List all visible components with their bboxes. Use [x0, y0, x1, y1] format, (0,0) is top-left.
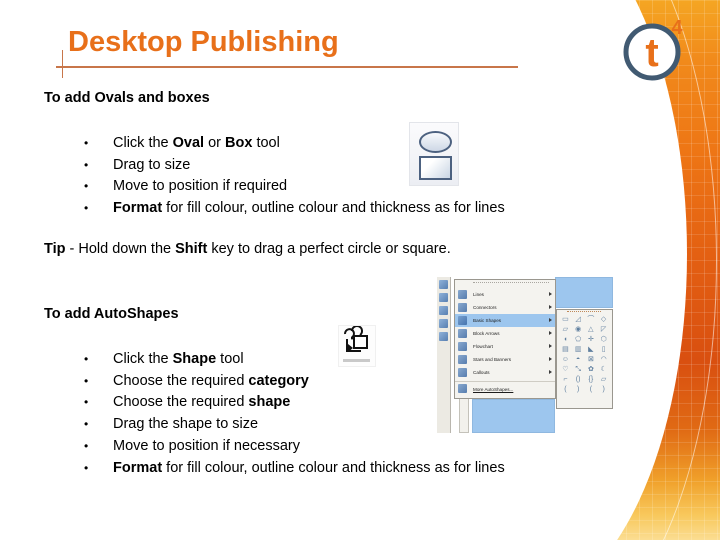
submenu-arrow-icon [549, 344, 552, 348]
autoshapes-toolbar-button-illustration [338, 325, 376, 367]
palette-shape-icon[interactable]: ◓ [572, 355, 585, 365]
menu-item-label: Callouts [473, 370, 490, 375]
menu-item-label: Lines [473, 292, 484, 297]
palette-shape-icon[interactable]: ◖ [559, 335, 572, 345]
palette-shape-icon[interactable]: ◉ [572, 325, 585, 335]
menu-item-label: Block Arrows [473, 331, 500, 336]
menu-item-label: Connectors [473, 305, 497, 310]
autoshapes-menu-item[interactable]: Flowchart [455, 340, 555, 353]
palette-shape-icon[interactable]: ) [572, 385, 585, 395]
menu-item-icon [458, 329, 467, 338]
palette-shape-icon[interactable]: ✿ [585, 365, 598, 375]
autoshapes-menu-screenshot: Lines Connectors Basic Shapes Block Arrows F… [437, 277, 613, 433]
submenu-arrow-icon [549, 357, 552, 361]
toolbar-icon-5 [439, 332, 448, 341]
page-title: Desktop Publishing [68, 26, 339, 58]
menu-item-icon [458, 342, 467, 351]
document-area-top [555, 277, 613, 308]
heading-autoshapes: To add AutoShapes [44, 306, 179, 322]
toolbar-icon-4 [439, 319, 448, 328]
palette-shape-icon[interactable]: ▱ [559, 325, 572, 335]
palette-shape-icon[interactable]: ◣ [585, 345, 598, 355]
title-tick-mark [62, 50, 63, 78]
oval-and-box-tool-illustration [409, 122, 459, 186]
autoshapes-menu-items: Lines Connectors Basic Shapes Block Arrows F… [455, 288, 555, 396]
autoshapes-menu-item[interactable]: Connectors [455, 301, 555, 314]
toolbar-icon-1 [439, 280, 448, 289]
document-area-bottom [472, 399, 555, 433]
menu-item-icon [458, 384, 467, 393]
palette-shape-icon[interactable]: ☺ [559, 355, 572, 365]
list-item: Format for fill colour, outline colour a… [80, 458, 505, 480]
palette-shape-icon[interactable]: ◸ [597, 325, 610, 335]
submenu-arrow-icon [549, 318, 552, 322]
palette-shape-icon[interactable]: () [572, 375, 585, 385]
t4-logo-letter: t [645, 31, 658, 75]
palette-shape-icon[interactable]: ✛ [585, 335, 598, 345]
toolbar-icon-2 [439, 293, 448, 302]
toolbar-icon-3 [439, 306, 448, 315]
autoshapes-menu-item[interactable]: Basic Shapes [455, 314, 555, 327]
menu-item-icon [458, 290, 467, 299]
tip-line: Tip - Hold down the Shift key to drag a … [44, 241, 451, 257]
t4-logo-superscript: 4 [671, 17, 683, 39]
autoshapes-menu-item[interactable]: Stars and Banners [455, 353, 555, 366]
palette-shape-icon[interactable]: ☾ [597, 365, 610, 375]
heading-ovals-and-boxes: To add Ovals and boxes [44, 90, 210, 106]
palette-grip [567, 311, 601, 314]
autoshapes-menu-item[interactable]: Callouts [455, 366, 555, 379]
menu-item-label: More AutoShapes... [473, 387, 514, 392]
palette-shape-icon[interactable]: ◇ [597, 315, 610, 325]
menu-item-label: Stars and Banners [473, 357, 512, 362]
palette-shape-icon[interactable]: ▱ [597, 375, 610, 385]
list-item: Format for fill colour, outline colour a… [80, 198, 505, 220]
menu-grip [473, 282, 549, 286]
title-underline-rule [56, 66, 518, 68]
submenu-arrow-icon [549, 292, 552, 296]
palette-shape-icon[interactable]: ▯ [597, 345, 610, 355]
drawing-toolbar-strip [437, 277, 451, 433]
submenu-arrow-icon [549, 370, 552, 374]
palette-shape-icon[interactable]: ⬠ [572, 335, 585, 345]
palette-shape-icon[interactable]: ♡ [559, 365, 572, 375]
oval-shape-icon [419, 131, 452, 153]
submenu-arrow-icon [549, 331, 552, 335]
menu-item-icon [458, 303, 467, 312]
palette-shape-icon[interactable]: ⊠ [585, 355, 598, 365]
autoshapes-menu-item[interactable]: Block Arrows [455, 327, 555, 340]
palette-shape-icon[interactable]: ) [597, 385, 610, 395]
palette-shape-icon[interactable]: ▤ [559, 345, 572, 355]
menu-item-label: Flowchart [473, 344, 493, 349]
palette-shape-icon[interactable]: ( [585, 385, 598, 395]
autoshapes-popup-menu: Lines Connectors Basic Shapes Block Arrows F… [454, 279, 556, 399]
shapes-button-underline [343, 359, 370, 362]
menu-item-label: Basic Shapes [473, 318, 502, 323]
palette-shape-icon[interactable]: △ [585, 325, 598, 335]
palette-shape-icon[interactable]: ◿ [572, 315, 585, 325]
submenu-arrow-icon [549, 305, 552, 309]
palette-shape-icon[interactable]: ⬡ [597, 335, 610, 345]
palette-shape-icon[interactable]: ▭ [559, 315, 572, 325]
palette-shape-icon[interactable]: ◠ [597, 355, 610, 365]
palette-glyph-grid: ▭ ◿ ⌒ ◇ ▱ ◉ △ ◸ ◖ ⬠ ✛ ⬡ ▤ ▥ ◣ ▯ ☺ ◓ ⊠ ◠ ♡ ⤡ ✿ ☾ ⌐(){} ▱()() [557, 314, 612, 396]
palette-shape-icon[interactable]: ⤡ [572, 365, 585, 375]
rectangle-shape-icon [419, 156, 452, 180]
vertical-ruler [459, 397, 469, 433]
menu-item-icon [458, 316, 467, 325]
menu-item-icon [458, 368, 467, 377]
autoshapes-menu-item[interactable]: More AutoShapes... [455, 381, 555, 396]
palette-shape-icon[interactable]: ( [559, 385, 572, 395]
menu-item-icon [458, 355, 467, 364]
palette-shape-icon[interactable]: {} [585, 375, 598, 385]
palette-shape-icon[interactable]: ⌒ [585, 315, 598, 325]
t4-logo-icon: t 4 [623, 17, 683, 81]
list-item: Move to position if necessary [80, 436, 505, 458]
palette-shape-icon[interactable]: ⌐ [559, 375, 572, 385]
palette-shape-icon[interactable]: ▥ [572, 345, 585, 355]
basic-shapes-palette: ▭ ◿ ⌒ ◇ ▱ ◉ △ ◸ ◖ ⬠ ✛ ⬡ ▤ ▥ ◣ ▯ ☺ ◓ ⊠ ◠ ♡ ⤡ ✿ ☾ ⌐(){} ▱()() [556, 309, 613, 409]
slide-canvas: t 4 Desktop Publishing To add Ovals and … [0, 0, 720, 540]
autoshapes-menu-item[interactable]: Lines [455, 288, 555, 301]
